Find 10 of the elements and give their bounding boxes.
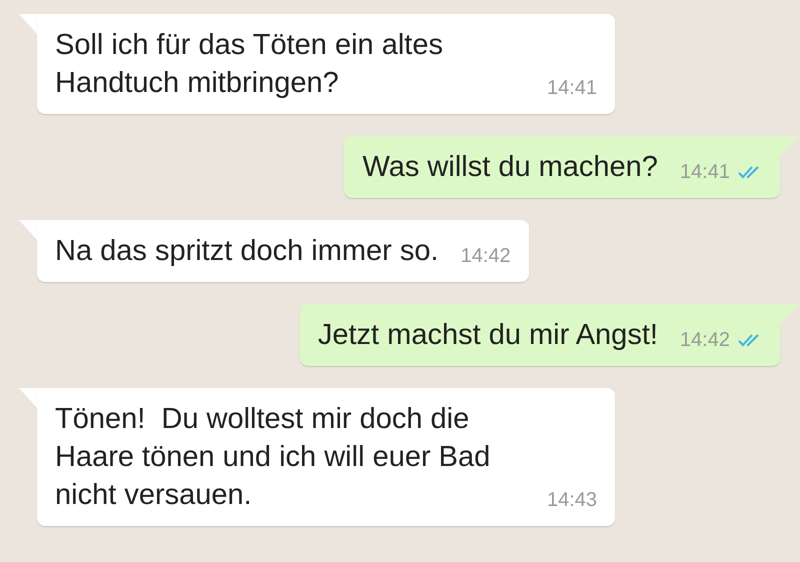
message-text: Soll ich für das Töten ein altes Handtuch mitbringen? (55, 28, 444, 101)
message-time: 14:41 (547, 76, 598, 100)
message-time: 14:41 (680, 160, 730, 184)
message-text: Tönen! Du wolltest mir doch die Haare tönen und ich will euer Bad nicht versauen. (55, 402, 492, 513)
message-text: Was willst du machen? (362, 150, 658, 185)
message-text: Jetzt machst du mir Angst! (318, 318, 658, 353)
message-time: 14:42 (680, 328, 730, 352)
message-time: 14:43 (547, 488, 598, 512)
message-text: Na das spritzt doch immer so. (55, 234, 439, 269)
message-time: 14:42 (460, 244, 511, 268)
